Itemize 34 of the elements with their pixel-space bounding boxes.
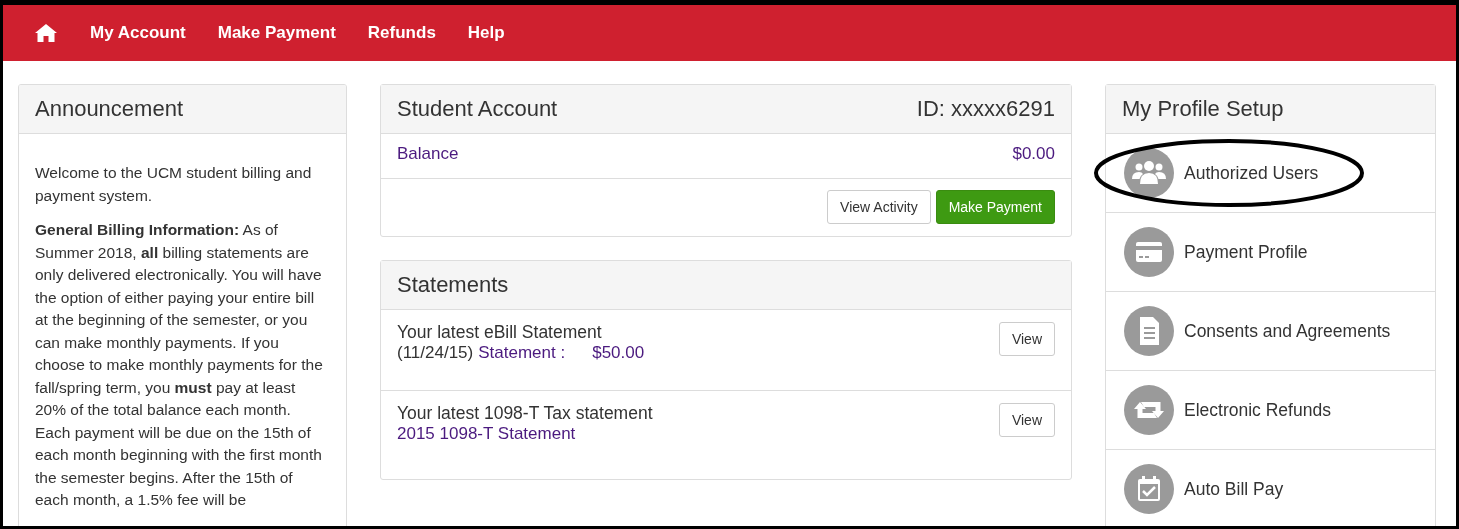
profile-item[interactable]: Electronic Refunds [1106,371,1435,450]
announcement-text: General Billing Information: As of Summer 2018, all billing statements are only delivered electronically. You will have the option of either paying your entire bill at the beginning of the semester, or you can make monthly payments. If you choose to make monthly payments for the fall/spring term, you must pay at least 20% of the total balance each month. Each payment will be due on the 15th of each month beginning with the first month the semester begins. After the 15th of each month, a 1.5% fee will be [35,220,324,510]
view-button[interactable]: View [998,322,1055,356]
make-payment-button[interactable]: Make Payment [935,190,1055,224]
statement-amount: $50.00 [592,343,645,363]
arrows-icon [1124,385,1174,435]
account-id: ID: xxxxx6291 [916,96,1055,122]
statement-link[interactable]: 2015 1098-T Statement [397,424,576,444]
nav-link[interactable]: Make Payment [217,23,336,43]
calendar-icon [1124,464,1174,514]
nav-link[interactable]: Refunds [367,23,436,43]
panel-title: My Profile Setup [1122,96,1284,122]
users-icon [1124,148,1174,198]
statement-date: (11/24/15) [397,343,474,363]
profile-item[interactable]: Payment Profile [1106,213,1435,292]
profile-item[interactable]: Consents and Agreements [1106,292,1435,371]
profile-item[interactable]: Authorized Users [1106,134,1435,213]
panel-title: Announcement [35,96,183,122]
nav-link[interactable]: My Account [90,23,186,43]
statement-heading: Your latest eBill Statement [397,322,603,343]
balance-link[interactable]: Balance [397,144,459,164]
panel-title: Student Account [397,96,558,122]
balance-amount: $0.00 [1012,144,1055,164]
nav-link[interactable]: Help [467,23,505,43]
panel-title: Statements [397,272,509,298]
profile-item[interactable]: Auto Bill Pay [1106,450,1435,526]
home-icon[interactable] [34,23,58,43]
view-activity-button[interactable]: View Activity [827,190,931,224]
view-button[interactable]: View [998,403,1055,437]
document-icon [1124,306,1174,356]
statement-link[interactable]: Statement : [478,343,566,363]
statement-heading: Your latest 1098-T Tax statement [397,403,653,424]
announcement-text: Welcome to the UCM student billing and payment system. [35,163,313,206]
credit-card-icon [1124,227,1174,277]
